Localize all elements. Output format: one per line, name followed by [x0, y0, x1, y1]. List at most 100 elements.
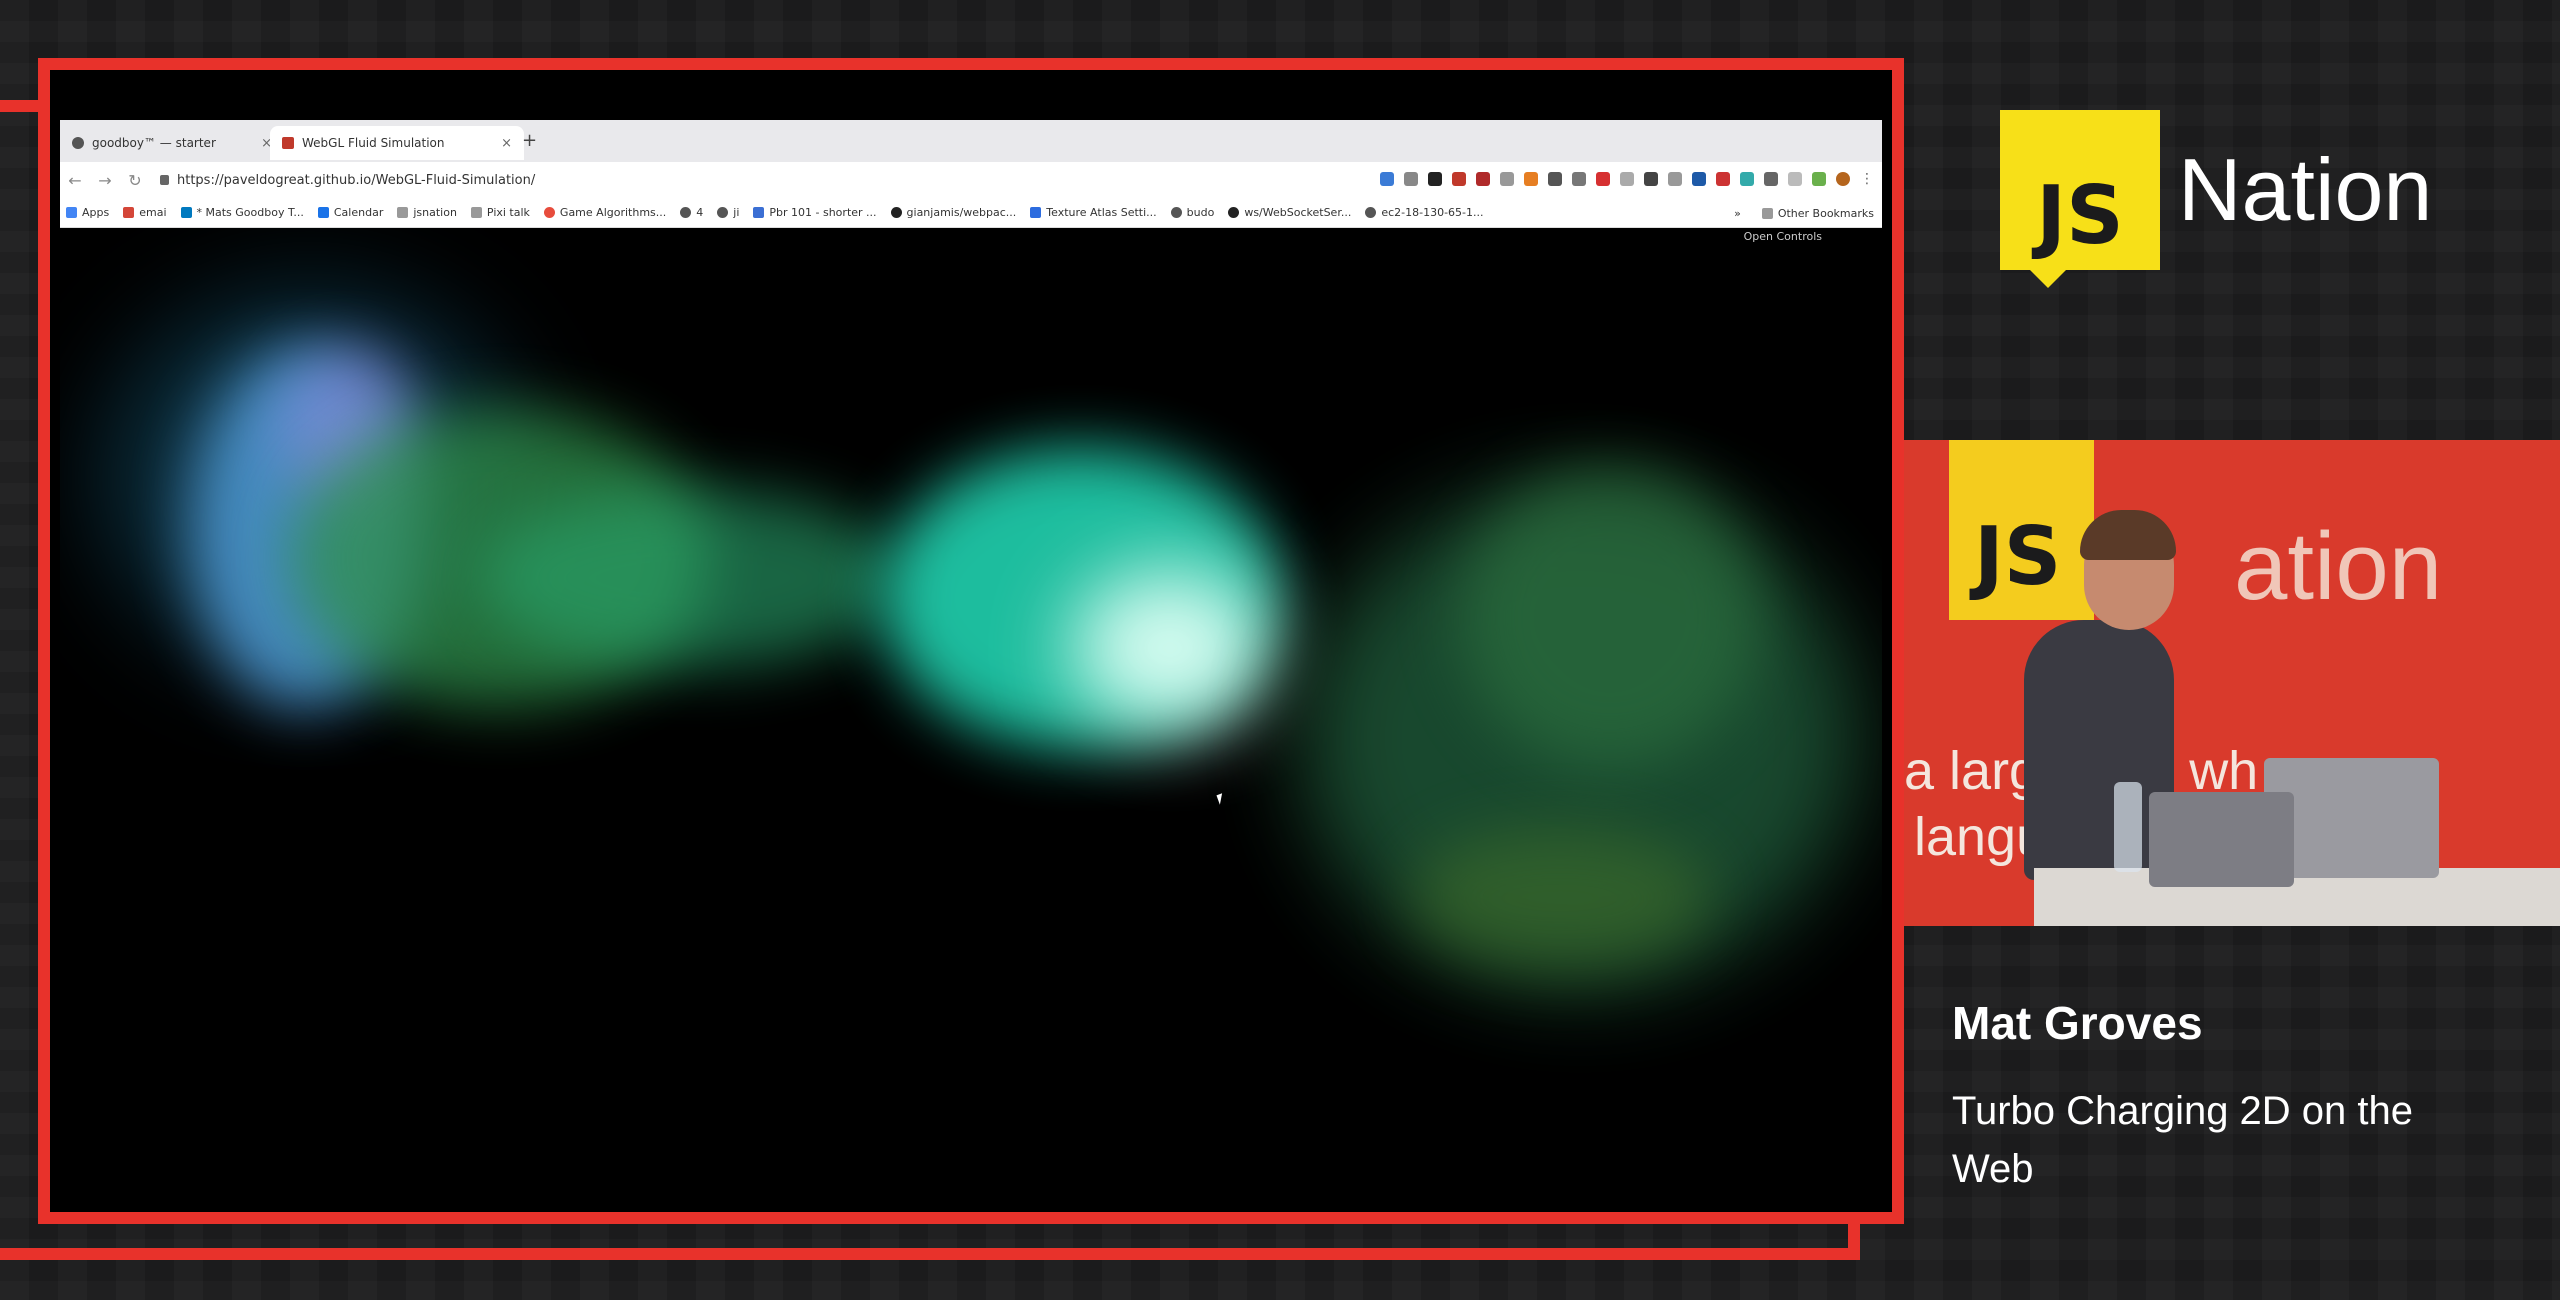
bookmark-label: ji	[733, 206, 740, 219]
bookmark-game-algorithms[interactable]: Game Algorithms...	[543, 206, 667, 219]
fluid-green-swirl	[1460, 468, 1760, 768]
extension-icon[interactable]	[1428, 172, 1442, 186]
bookmark-websocket[interactable]: ws/WebSocketSer...	[1228, 206, 1351, 219]
bookmark-label: ec2-18-130-65-1...	[1381, 206, 1484, 219]
bookmark-star-icon[interactable]	[1380, 172, 1394, 186]
tab-goodboy[interactable]: goodboy™ — starter ×	[60, 126, 284, 160]
speaker-hair	[2080, 510, 2176, 560]
extension-icon[interactable]	[1524, 172, 1538, 186]
logo-mark: JS	[2000, 110, 2160, 288]
globe-icon	[1365, 207, 1377, 218]
bookmark-label: emai	[139, 206, 167, 219]
site-icon	[543, 207, 555, 218]
bookmark-label: Calendar	[333, 206, 384, 219]
folder-icon	[1761, 207, 1773, 219]
backdrop-logo-mark-text: JS	[1974, 510, 2062, 603]
speaker-camera-feed: JS ation a large of e wh langua and	[1904, 440, 2560, 926]
lock-icon	[160, 175, 169, 185]
close-icon[interactable]: ×	[501, 136, 512, 151]
tab-label: WebGL Fluid Simulation	[302, 136, 445, 150]
address-bar[interactable]: https://paveldogreat.github.io/WebGL-Flu…	[160, 173, 535, 188]
trello-icon	[180, 207, 192, 218]
other-bookmarks-label: Other Bookmarks	[1777, 206, 1874, 220]
bookmark-4[interactable]: 4	[680, 206, 703, 219]
fluid-simulation-canvas[interactable]: Open Controls	[60, 228, 1882, 1158]
bookmark-label: Pixi talk	[486, 206, 530, 219]
bookmark-label: 4	[696, 206, 704, 219]
fluid-olive-swirl	[1410, 828, 1710, 968]
bookmark-label: Game Algorithms...	[559, 206, 667, 219]
logo-text: Nation	[2178, 140, 2433, 239]
bookmark-pbr[interactable]: Pbr 101 - shorter ...	[753, 206, 877, 219]
extension-icon[interactable]	[1404, 172, 1418, 186]
other-bookmarks[interactable]: » Other Bookmarks	[1724, 198, 1874, 227]
laptop	[2149, 792, 2294, 887]
new-tab-button[interactable]: +	[522, 130, 537, 151]
bookmark-calendar[interactable]: Calendar	[317, 206, 384, 219]
cube-icon	[1030, 207, 1042, 218]
folder-icon	[397, 207, 409, 218]
bookmark-jsnation[interactable]: jsnation	[397, 206, 457, 219]
extension-icon[interactable]	[1644, 172, 1658, 186]
url-text: https://paveldogreat.github.io/WebGL-Flu…	[177, 172, 536, 188]
water-bottle	[2114, 782, 2142, 872]
speaker-name: Mat Groves	[1952, 997, 2203, 1049]
backdrop-word: ation	[2234, 513, 2443, 620]
tab-bar: goodboy™ — starter × WebGL Fluid Simulat…	[60, 120, 1882, 162]
tab-label: goodboy™ — starter	[92, 136, 216, 150]
bookmark-label: ws/WebSocketSer...	[1244, 206, 1352, 219]
bookmark-ji[interactable]: ji	[717, 206, 739, 219]
back-arrow-icon[interactable]: ←	[60, 171, 90, 190]
extension-icon[interactable]	[1452, 172, 1466, 186]
reload-icon[interactable]: ↻	[120, 171, 150, 190]
tab-favicon-icon	[72, 137, 84, 149]
extension-icon[interactable]	[1668, 172, 1682, 186]
extension-icon[interactable]	[1764, 172, 1778, 186]
extension-icon[interactable]	[1500, 172, 1514, 186]
tab-favicon-icon	[282, 137, 294, 149]
fluid-bright-core	[1070, 568, 1270, 728]
extension-icon[interactable]	[1596, 172, 1610, 186]
extension-icon[interactable]	[1620, 172, 1634, 186]
bookmark-label: budo	[1186, 206, 1215, 219]
bookmark-label: gianjamis/webpac...	[906, 206, 1017, 219]
bookmark-label: * Mats Goodboy T...	[196, 206, 304, 219]
bookmark-ec2[interactable]: ec2-18-130-65-1...	[1365, 206, 1484, 219]
bookmark-email[interactable]: emai	[123, 206, 167, 219]
bookmark-apps[interactable]: Apps	[66, 206, 109, 219]
fluid-green-stream	[480, 488, 900, 668]
bookmark-github-webpack[interactable]: gianjamis/webpac...	[890, 206, 1017, 219]
bookmark-label: Texture Atlas Setti...	[1046, 206, 1157, 219]
profile-avatar[interactable]	[1836, 172, 1850, 186]
gmail-icon	[123, 207, 135, 218]
open-controls-button[interactable]: Open Controls	[1744, 230, 1822, 243]
globe-icon	[1170, 207, 1182, 218]
extension-icon[interactable]	[1548, 172, 1562, 186]
extension-icon[interactable]	[1716, 172, 1730, 186]
extension-icon[interactable]	[1812, 172, 1826, 186]
extension-icon[interactable]	[1788, 172, 1802, 186]
menu-icon[interactable]: ⋮	[1860, 172, 1874, 186]
calendar-icon	[317, 207, 329, 218]
tab-webgl-fluid[interactable]: WebGL Fluid Simulation ×	[270, 126, 524, 160]
bookmark-trello[interactable]: * Mats Goodboy T...	[180, 206, 304, 219]
bookmark-pixi-talk[interactable]: Pixi talk	[470, 206, 530, 219]
forward-arrow-icon[interactable]: →	[90, 171, 120, 190]
bookmark-budo[interactable]: budo	[1170, 206, 1215, 219]
browser-toolbar: ← → ↻ https://paveldogreat.github.io/Web…	[60, 162, 1882, 198]
extension-icon[interactable]	[1476, 172, 1490, 186]
talk-title: Turbo Charging 2D on the Web	[1952, 1089, 2414, 1191]
bookmark-texture-atlas[interactable]: Texture Atlas Setti...	[1030, 206, 1157, 219]
extension-icon[interactable]	[1572, 172, 1586, 186]
extension-icons: ⋮	[1380, 172, 1874, 186]
globe-icon	[680, 207, 692, 218]
folder-icon	[470, 207, 482, 218]
presentation-screen: goodboy™ — starter × WebGL Fluid Simulat…	[60, 78, 1882, 1202]
bookmarks-more-icon[interactable]: »	[1734, 207, 1741, 220]
extension-icon[interactable]	[1740, 172, 1754, 186]
bookmark-label: Apps	[82, 206, 110, 219]
globe-icon	[717, 207, 729, 218]
apps-grid-icon	[66, 207, 77, 218]
extension-icon[interactable]	[1692, 172, 1706, 186]
github-icon	[890, 207, 902, 218]
